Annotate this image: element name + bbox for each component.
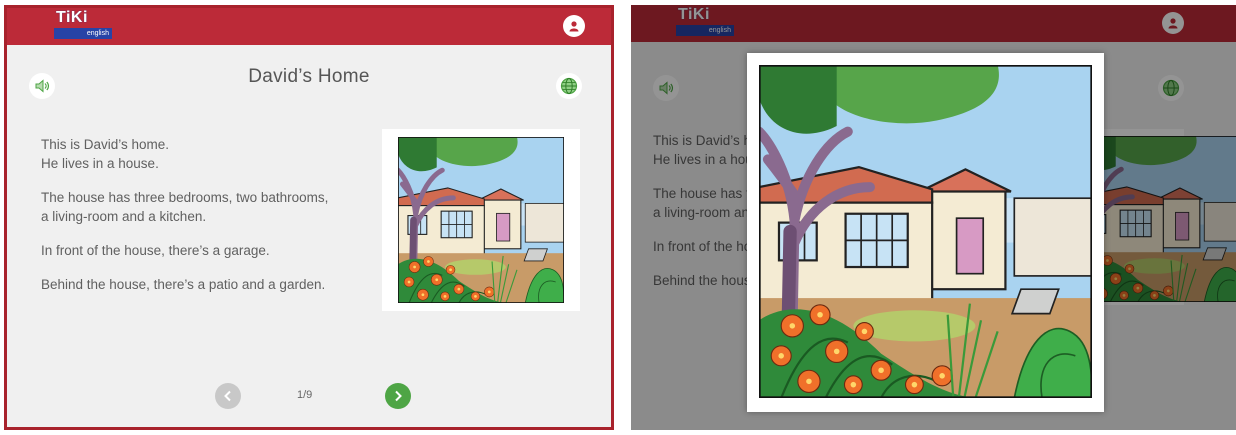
page-indicator: 1/9 (297, 389, 313, 401)
house-illustration-image (398, 137, 564, 303)
chevron-left-icon (224, 390, 231, 402)
next-page-button[interactable] (385, 383, 411, 409)
app-logo[interactable]: TiKi english (54, 9, 112, 40)
globe-icon (560, 77, 578, 95)
app-header: TiKi english (7, 8, 611, 45)
story-paragraph: Behind the house, there’s a patio and a … (41, 277, 326, 292)
house-illustration-enlarged (759, 65, 1092, 398)
logo-text: TiKi (56, 9, 88, 26)
lesson-screen: TiKi english David’s Home This is David’… (4, 5, 614, 430)
logo-subtitle: english (54, 28, 112, 39)
story-illustration[interactable] (382, 129, 580, 311)
chevron-right-icon (395, 390, 402, 402)
lesson-screen-image-zoom: TiKi english This is David’s home. He li… (631, 5, 1236, 430)
page-title: David’s Home (248, 66, 370, 87)
user-icon (569, 21, 579, 32)
previous-page-button[interactable] (215, 383, 241, 409)
user-menu-button[interactable] (563, 15, 585, 37)
story-paragraph: In front of the house, there’s a garage. (41, 243, 270, 258)
image-lightbox[interactable] (747, 53, 1104, 412)
story-paragraph: The house has three bedrooms, two bathro… (41, 190, 329, 224)
story-paragraph: This is David’s home. He lives in a hous… (41, 137, 170, 171)
story-text: This is David’s home. He lives in a hous… (41, 135, 371, 309)
translate-button[interactable] (556, 73, 582, 99)
